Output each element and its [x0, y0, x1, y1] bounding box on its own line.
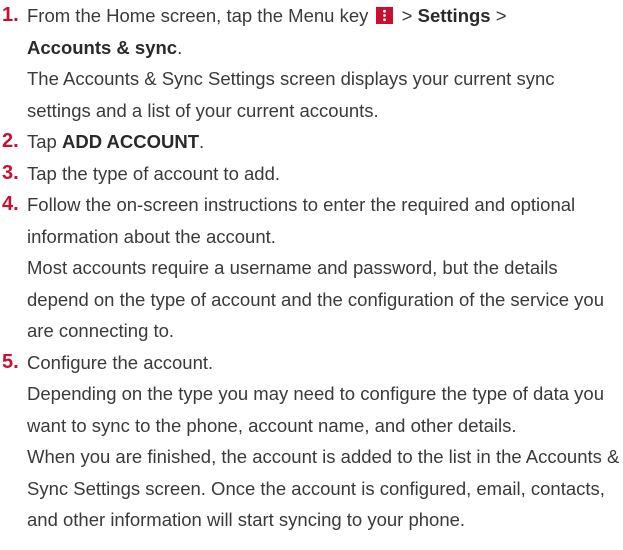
step-3: 3. Tap the type of account to add.	[0, 158, 623, 190]
step-2-text-pre: Tap	[27, 131, 62, 152]
step-text: Tap the type of account to add.	[27, 162, 281, 184]
step-5-description: Depending on the type you may need to co…	[27, 383, 604, 436]
separator: >	[396, 5, 418, 26]
menu-key-icon	[375, 7, 393, 24]
step-text: From the Home screen, tap the Menu key >…	[27, 5, 507, 58]
period: .	[177, 36, 183, 58]
separator: >	[490, 5, 507, 26]
step-1: 1. From the Home screen, tap the Menu ke…	[0, 0, 623, 126]
step-number: 5.	[2, 350, 19, 373]
step-number: 3.	[2, 161, 19, 184]
step-text: Configure the account.	[27, 351, 214, 373]
step-4: 4. Follow the on-screen instructions to …	[0, 189, 623, 347]
step-number: 2.	[2, 130, 19, 152]
settings-label: Settings	[417, 5, 491, 26]
instruction-list: 1. From the Home screen, tap the Menu ke…	[0, 0, 623, 536]
step-number: 1.	[2, 4, 19, 26]
step-5-result: When you are finished, the account is ad…	[27, 446, 620, 530]
accounts-sync-label: Accounts & sync	[27, 36, 178, 58]
step-text: Tap ADD ACCOUNT.	[27, 131, 204, 152]
step-1-text-pre: From the Home screen, tap the Menu key	[27, 5, 369, 26]
step-5: 5. Configure the account. Depending on t…	[0, 347, 623, 536]
step-2: 2. Tap ADD ACCOUNT.	[0, 126, 623, 158]
step-4-description: Most accounts require a username and pas…	[27, 257, 604, 341]
step-text: Follow the on-screen instructions to ent…	[27, 194, 576, 247]
add-account-label: ADD ACCOUNT	[61, 131, 199, 152]
step-1-description: The Accounts & Sync Settings screen disp…	[27, 68, 555, 121]
step-number: 4.	[2, 193, 19, 215]
period: .	[199, 131, 205, 152]
